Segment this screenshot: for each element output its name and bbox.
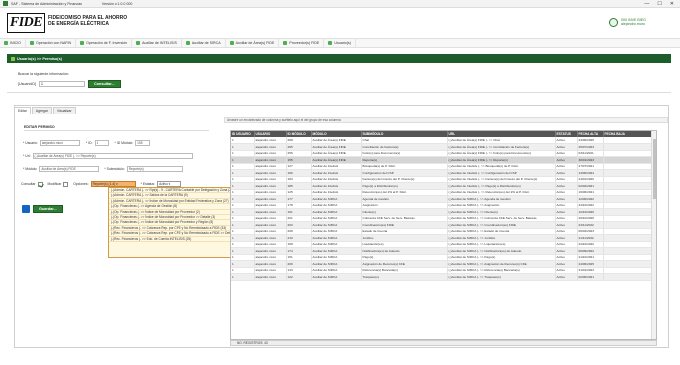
url-label: * Url:	[23, 154, 31, 158]
menu-item-inicio[interactable]: INICIO	[0, 38, 26, 48]
window-titlebar: SAF - Sistema de Administración y Finanz…	[0, 0, 680, 8]
submodulo-label: * Submódulo:	[104, 167, 125, 171]
window-version: Versión v.1.0.0 000	[101, 1, 133, 6]
app-icon	[3, 1, 8, 6]
table-cell: (-)Auxiliar de SIRCA (- >> Traspaso(s)	[447, 273, 556, 281]
vertical-scrollbar[interactable]	[651, 131, 656, 339]
org-line-2: DE ENERGÍA ELÉCTRICA	[48, 21, 109, 27]
group-by-hint[interactable]: Arrastre un encabezado de columna y suél…	[224, 117, 668, 123]
id-field[interactable]: 1	[94, 140, 109, 146]
user-icon	[609, 17, 618, 27]
menu-item-f-inversion[interactable]: Operación de F. Inversión	[76, 38, 133, 48]
tab-agregar[interactable]: Agregar	[31, 107, 52, 114]
menu-icon	[80, 41, 85, 45]
row-usuario: * Usuario: alejandro.muro * ID: 1 * ID M…	[23, 140, 151, 146]
minimize-button[interactable]: —	[644, 1, 649, 7]
consultar-checkbox[interactable]	[37, 181, 43, 187]
menu-item-sirca[interactable]: Auxiliar de SIRCA	[182, 38, 226, 48]
tab-editar[interactable]: Editar	[14, 107, 31, 114]
breadcrumb-text: Usuario(s) >> Permiso(s)	[17, 56, 62, 61]
row-modulo: * Módulo: Auxiliar de Área(s) FIDE * Sub…	[23, 166, 183, 172]
table-cell: 122	[286, 273, 312, 281]
menu-icon	[229, 41, 234, 45]
save-icon[interactable]	[22, 205, 30, 213]
table-row[interactable]: 1 alejandro.muro 122 Auxiliar de SIRCA Trasp…	[231, 273, 654, 281]
menu-icon	[328, 41, 333, 45]
usuario-field[interactable]: alejandro.muro	[39, 140, 80, 146]
modulo-label: * Módulo:	[23, 167, 38, 171]
modificar-label: Modificar	[47, 182, 62, 186]
search-title: Buscar la siguiente información:	[18, 72, 69, 76]
id-label: * ID:	[85, 141, 93, 145]
menu-icon	[29, 41, 34, 45]
usuario-label: * Usuario:	[23, 141, 38, 145]
table-cell: Traspaso(s)	[361, 273, 448, 281]
scrollbar-thumb[interactable]	[653, 139, 656, 199]
modulo-field[interactable]: Auxiliar de Área(s) FIDE	[39, 166, 100, 172]
menu-item-intelisis[interactable]: Auxiliar de INTELISIS	[132, 38, 182, 48]
permissions-grid: ID USUARIO USUARIO ID MÓDULO MÓDULO SUBMÓDUL…	[230, 130, 657, 340]
opciones-label: Opciones:	[73, 182, 89, 186]
fide-logo: FIDE	[7, 13, 45, 33]
menu-item-areas-fide[interactable]: Auxiliar de Área(s) FIDE	[226, 38, 280, 48]
maximize-button[interactable]: ☐	[657, 1, 661, 7]
breadcrumb-icon	[11, 56, 15, 61]
permissions-grid-area: Arrastre un encabezado de columna y suél…	[224, 117, 668, 346]
records-count: NO. REGISTROS: 43	[230, 340, 657, 346]
user-box[interactable]: 000 INVE BIEG alejandro.muro	[609, 15, 671, 29]
save-area: Guardar...	[22, 205, 63, 213]
menu-item-proveedores[interactable]: Proveedor(s) FIDE	[279, 38, 325, 48]
menu-icon	[185, 41, 190, 45]
app-header: FIDE FIDEICOMISO PARA EL AHORRO DE ENERG…	[0, 8, 680, 36]
search-label: [UsuarioID]	[18, 82, 36, 86]
search-row: [UsuarioID] Consultar...	[18, 80, 121, 88]
menu-item-nafin[interactable]: Operación con NAFIN	[26, 38, 77, 48]
table-cell: alejandro.muro	[254, 273, 287, 281]
permissions-table: ID USUARIO USUARIO ID MÓDULO MÓDULO SUBMÓDUL…	[231, 131, 654, 281]
menu-icon	[283, 41, 288, 45]
idmodulo-label: * ID Módulo:	[114, 141, 134, 145]
main-menu: INICIO Operación con NAFIN Operación de …	[0, 38, 680, 48]
submodulo-field[interactable]: Reporte(s)	[126, 166, 183, 172]
url-field[interactable]: (-)Auxiliar de Área(s) FIDE (- >> Report…	[32, 153, 193, 159]
menu-item-usuarios[interactable]: Usuario(s)	[324, 38, 356, 48]
tab-visualizar[interactable]: Visualizar	[52, 107, 76, 114]
home-icon	[4, 41, 8, 45]
consultar-button[interactable]: Consultar...	[87, 80, 121, 88]
table-cell: 02/06/2021	[577, 273, 604, 281]
menu-icon	[136, 41, 141, 45]
idmodulo-field[interactable]: 155	[135, 140, 151, 146]
row-url: * Url: (-)Auxiliar de Área(s) FIDE (- >>…	[23, 153, 193, 159]
breadcrumb: Usuario(s) >> Permiso(s)	[7, 54, 671, 63]
section-divider	[24, 130, 209, 131]
table-body: 1 alejandro.muro 268 Auxiliar de Área(s) FI…	[231, 137, 654, 281]
divider	[7, 92, 671, 93]
consultar-label: Consultar	[21, 182, 36, 186]
table-cell: Activo	[555, 273, 578, 281]
modificar-checkbox[interactable]	[63, 181, 69, 187]
estatus-label: * Estatus:	[140, 182, 156, 186]
org-name: FIDEICOMISO PARA EL AHORRO DE ENERGÍA EL…	[48, 15, 158, 27]
section-title: EDITAR PERMISO	[24, 125, 55, 129]
tab-strip: Editar Agregar Visualizar	[14, 107, 77, 114]
table-cell: 1	[231, 273, 255, 281]
user-name: alejandro.muro	[621, 22, 645, 26]
window-title: SAF - Sistema de Administración y Finanz…	[11, 1, 82, 6]
close-button[interactable]: ✕	[670, 1, 674, 7]
table-cell: Auxiliar de SIRCA	[311, 273, 362, 281]
search-input[interactable]	[38, 81, 85, 87]
table-cell	[603, 273, 654, 281]
guardar-button[interactable]: Guardar...	[33, 205, 63, 213]
